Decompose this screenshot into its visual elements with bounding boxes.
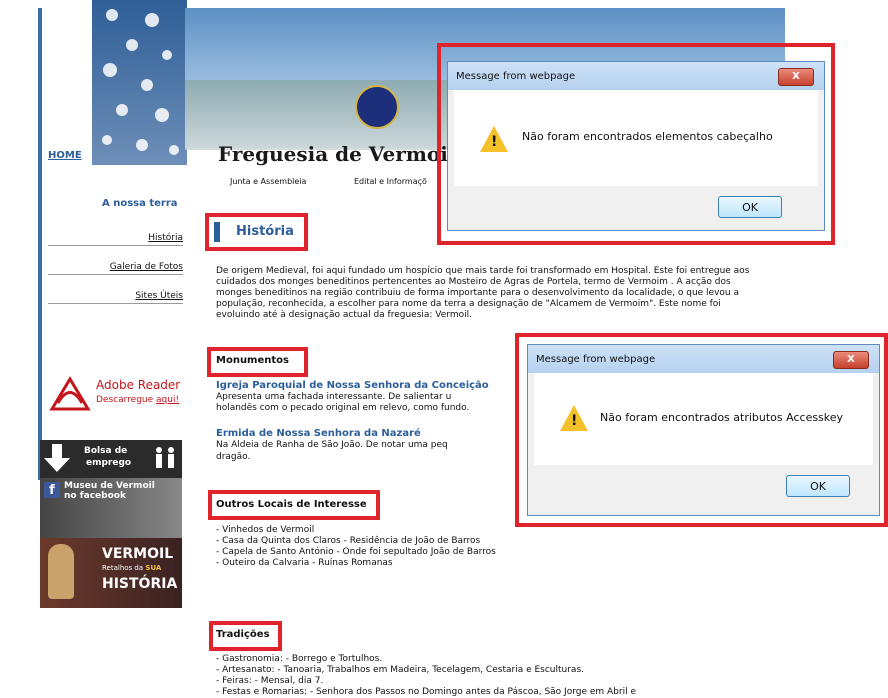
message-dialog-2: Message from webpage X ! Não foram encon… [527, 344, 880, 516]
facebook-museum-banner[interactable]: f Museu de Vermoil no facebook [40, 478, 182, 538]
vermoil-line1: VERMOIL [102, 546, 174, 562]
arrow-down-icon [44, 444, 70, 472]
bolsa-line1: Bolsa de [84, 446, 128, 456]
adobe-title: Adobe Reader [96, 378, 181, 392]
menu-item-edital[interactable]: Edital e Informaçõ [354, 177, 427, 186]
list-item: - Vinhedos de Vermoil [216, 525, 315, 535]
vermoil-line4: HISTÓRIA [102, 576, 178, 592]
dialog-2-message: Não foram encontrados atributos Accesske… [600, 411, 844, 424]
dialog-2-close-button[interactable]: X [833, 351, 869, 369]
dialog-1-body: ! Não foram encontrados elementos cabeça… [454, 90, 818, 186]
list-item: - Casa da Quinta dos Claros - Residência… [216, 536, 481, 546]
monument2-text1: Na Aldeia de Ranha de São João. De notar… [216, 440, 448, 450]
list-item: - Capela de Santo António - Onde foi sep… [216, 547, 496, 557]
list-item: - Artesanato: - Tanoaria, Trabalhos em M… [216, 665, 584, 675]
sidebar-stripe [38, 8, 42, 480]
sidebar-divider [48, 245, 183, 246]
warning-mark: ! [571, 413, 578, 429]
section-heading-tradicoes: Tradições [216, 629, 270, 640]
dialog-2-body: ! Não foram encontrados atributos Access… [534, 373, 873, 465]
message-dialog-1: Message from webpage X ! Não foram encon… [447, 61, 825, 231]
list-item: - Festas e Romarias: - Senhora dos Passo… [216, 687, 636, 697]
dialog-1-ok-button[interactable]: OK [718, 196, 782, 218]
facebook-line1: Museu de Vermoil [64, 481, 155, 491]
warning-mark: ! [491, 134, 498, 150]
monument2-text2: dragão. [216, 452, 251, 462]
list-item: - Outeiro da Calvaria - Ruínas Romanas [216, 558, 393, 568]
monument1-text1: Apresenta uma fachada interessante. De s… [216, 392, 452, 402]
sidebar-section-title: A nossa terra [102, 198, 178, 209]
dialog-2-ok-button[interactable]: OK [786, 475, 850, 497]
monument-link-ermida[interactable]: Ermida de Nossa Senhora da Nazaré [216, 428, 421, 439]
dialog-1-titlebar[interactable]: Message from webpage X [448, 62, 824, 90]
page-title: História [236, 224, 294, 239]
list-item: - Feiras: - Mensal, dia 7. [216, 676, 324, 686]
sidebar-link-sites[interactable]: Sites Úteis [135, 291, 183, 301]
facebook-icon: f [44, 482, 60, 498]
adobe-reader-promo[interactable]: Adobe Reader Descarregue aqui! [48, 375, 188, 415]
monument1-text2: holandês com o pecado original em relevo… [216, 403, 470, 413]
facebook-line2: no facebook [64, 491, 126, 501]
dialog-1-message: Não foram encontrados elementos cabeçalh… [522, 130, 773, 143]
section-heading-monumentos: Monumentos [216, 355, 289, 366]
dialog-1-close-button[interactable]: X [778, 68, 814, 86]
tile-ornament-image [92, 0, 187, 165]
intro-paragraph: De origem Medieval, foi aqui fundado um … [216, 266, 750, 320]
sidebar-link-galeria[interactable]: Galeria de Fotos [110, 262, 183, 272]
sidebar-divider [48, 274, 183, 275]
sidebar-divider [48, 303, 183, 304]
adobe-logo-icon [49, 376, 91, 411]
dialog-2-title: Message from webpage [536, 353, 656, 365]
section-heading-outros: Outros Locais de Interesse [216, 499, 367, 510]
vermoil-historia-banner[interactable]: VERMOIL Retalhos da SUA HISTÓRIA [40, 538, 182, 608]
dialog-2-titlebar[interactable]: Message from webpage X [528, 345, 879, 373]
flower-crest-icon [355, 85, 399, 129]
adobe-subtitle: Descarregue aqui! [96, 395, 180, 405]
people-icon [156, 447, 174, 468]
list-item: - Gastronomia: - Borrego e Tortulhos. [216, 654, 383, 664]
bolsa-line2: emprego [86, 458, 132, 468]
home-link[interactable]: HOME [48, 150, 82, 161]
vermoil-line2: Retalhos da SUA [102, 564, 162, 572]
bolsa-emprego-banner[interactable]: Bolsa de emprego [40, 440, 182, 478]
site-title: Freguesia de Vermoil [218, 142, 456, 166]
saint-image [48, 544, 74, 599]
menu-item-junta[interactable]: Junta e Assembleia [230, 177, 306, 186]
adobe-download-link[interactable]: aqui! [156, 395, 179, 405]
dialog-1-title: Message from webpage [456, 70, 576, 82]
title-marker [214, 222, 220, 242]
monument-link-igreja[interactable]: Igreja Paroquial de Nossa Senhora da Con… [216, 380, 489, 391]
sidebar-link-historia[interactable]: História [148, 233, 183, 243]
